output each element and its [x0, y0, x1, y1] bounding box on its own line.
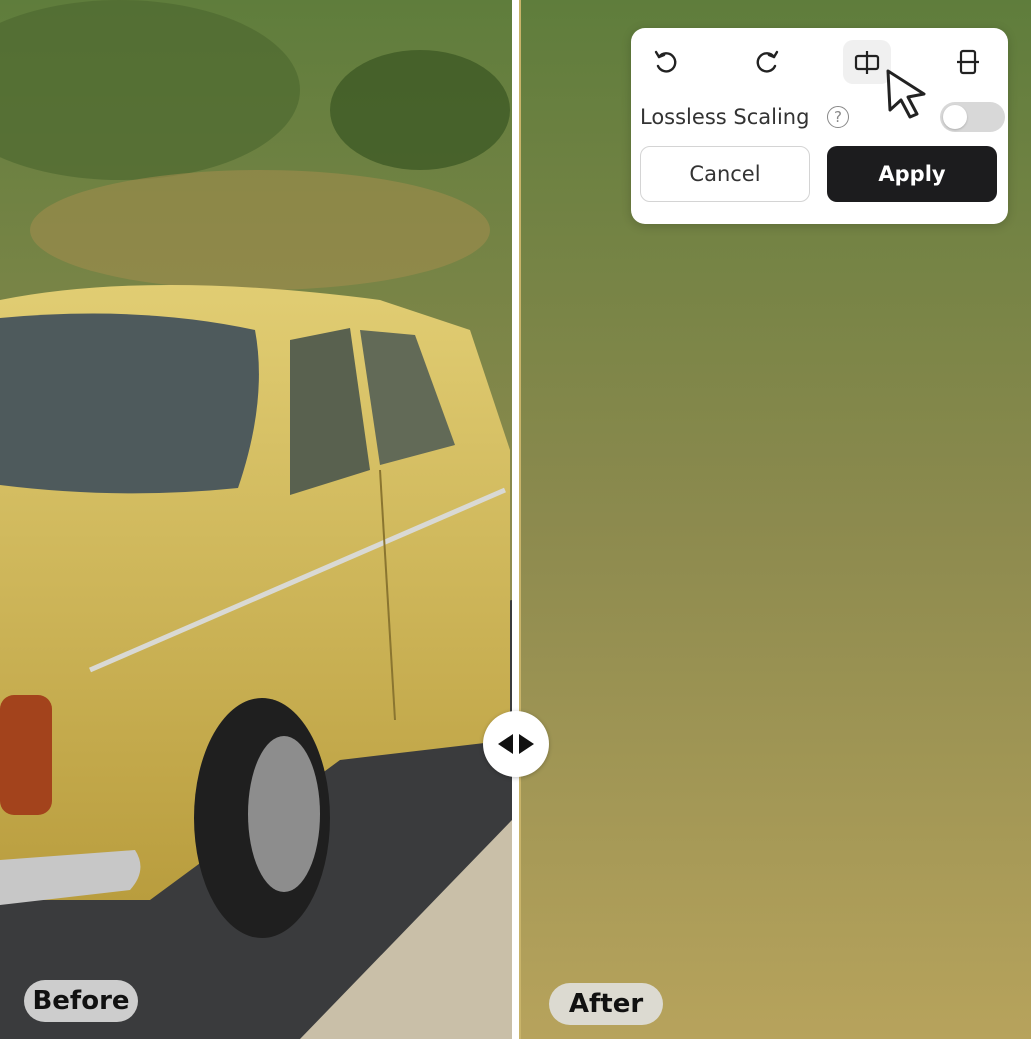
left-right-arrows-icon	[498, 734, 534, 754]
rotate-left-button[interactable]	[642, 40, 690, 84]
rotate-left-icon	[654, 50, 677, 73]
transform-panel: Lossless Scaling ? Cancel Apply	[631, 28, 1008, 224]
cancel-button[interactable]: Cancel	[640, 146, 810, 202]
help-icon[interactable]: ?	[827, 106, 849, 128]
flip-vertical-button[interactable]	[944, 40, 992, 84]
lossless-scaling-row: Lossless Scaling ?	[640, 100, 1005, 134]
mouse-pointer-icon	[886, 69, 926, 119]
before-image-pane	[0, 0, 512, 1039]
comparison-divider[interactable]	[512, 0, 519, 1039]
rotate-right-icon	[756, 50, 779, 73]
lossless-scaling-label: Lossless Scaling	[640, 105, 810, 129]
flip-horizontal-icon	[854, 51, 880, 74]
apply-button[interactable]: Apply	[827, 146, 997, 202]
toggle-knob	[943, 105, 967, 129]
rotate-right-button[interactable]	[743, 40, 791, 84]
before-label: Before	[24, 980, 138, 1022]
car-photo-before	[0, 0, 512, 1039]
flip-vertical-icon	[957, 49, 979, 75]
after-label: After	[549, 983, 663, 1025]
lossless-scaling-toggle[interactable]	[940, 102, 1005, 132]
comparison-slider-handle[interactable]	[483, 711, 549, 777]
